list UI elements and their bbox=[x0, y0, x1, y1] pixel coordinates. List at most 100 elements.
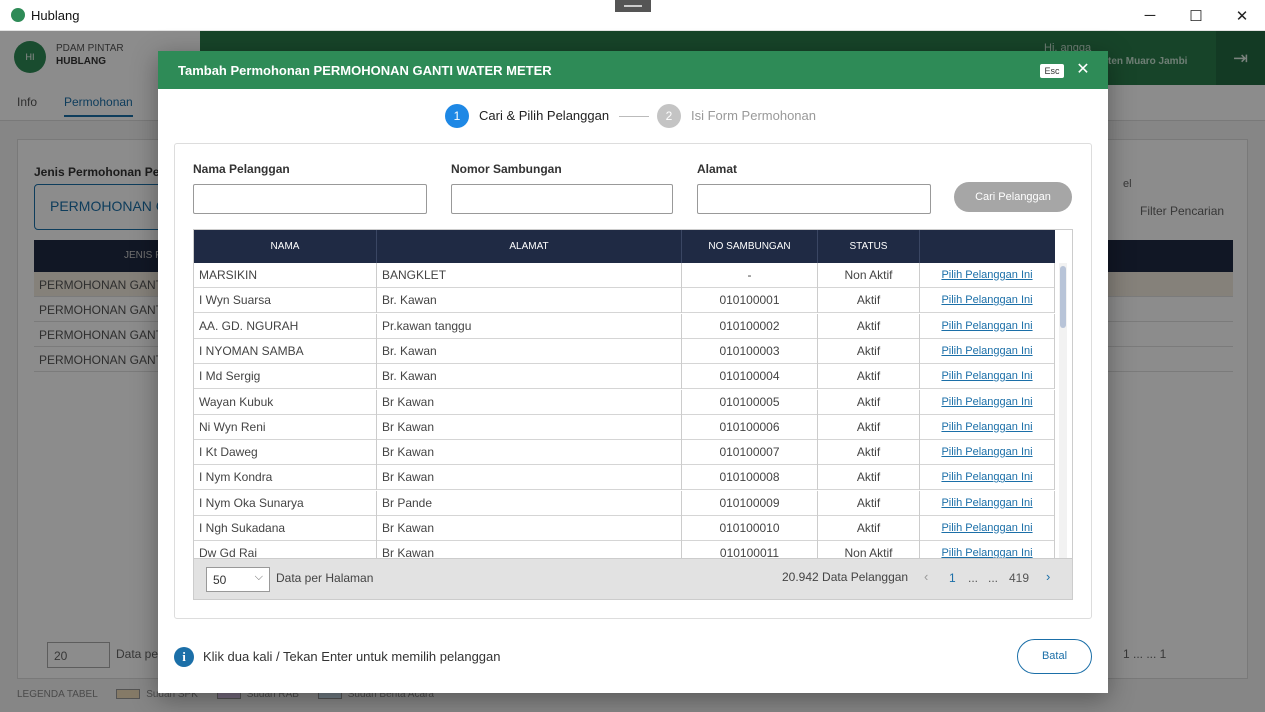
pilih-pelanggan-link[interactable]: Pilih Pelanggan Ini bbox=[920, 541, 1055, 558]
minimize-button[interactable]: ─ bbox=[1127, 0, 1173, 31]
cell-alamat: BANGKLET bbox=[377, 263, 682, 288]
total-count: 20.942 Data Pelanggan bbox=[782, 570, 909, 584]
step-2-label: Isi Form Permohonan bbox=[691, 108, 816, 123]
cell-nama: I Ngh Sukadana bbox=[194, 516, 377, 541]
pilih-pelanggan-link[interactable]: Pilih Pelanggan Ini bbox=[920, 414, 1055, 440]
next-page-icon[interactable]: › bbox=[1046, 569, 1050, 584]
cell-no-sambungan: 010100003 bbox=[682, 338, 818, 364]
cari-pelanggan-button[interactable]: Cari Pelanggan bbox=[954, 182, 1072, 212]
close-icon[interactable]: ✕ bbox=[1072, 60, 1094, 80]
cell-nama: I Nym Kondra bbox=[194, 465, 377, 491]
cell-alamat: Pr.kawan tanggu bbox=[377, 313, 682, 339]
table-row[interactable]: I NYOMAN SAMBA Br. Kawan 010100003 Aktif Pil… bbox=[194, 338, 1055, 364]
search-card: Nama Pelanggan Nomor Sambungan Alamat Ca… bbox=[174, 143, 1092, 619]
table-header: NAMA ALAMAT NO SAMBUNGAN STATUS bbox=[194, 230, 1055, 263]
table-row[interactable]: I Nym Oka Sunarya Br Pande 010100009 Aktif P… bbox=[194, 490, 1055, 516]
cell-alamat: Br. Kawan bbox=[377, 288, 682, 314]
esc-shortcut-badge: Esc bbox=[1040, 64, 1064, 78]
table-footer: 50 ⌵ Data per Halaman 20.942 Data Pelang… bbox=[193, 559, 1073, 600]
cell-status: Aktif bbox=[818, 465, 920, 491]
cell-alamat: Br Kawan bbox=[377, 440, 682, 466]
pilih-pelanggan-link[interactable]: Pilih Pelanggan Ini bbox=[920, 440, 1055, 466]
cell-alamat: Br Kawan bbox=[377, 414, 682, 440]
cell-status: Non Aktif bbox=[818, 541, 920, 558]
table-row[interactable]: Wayan Kubuk Br Kawan 010100005 Aktif Pilih P… bbox=[194, 389, 1055, 415]
cell-status: Aktif bbox=[818, 414, 920, 440]
cell-status: Aktif bbox=[818, 364, 920, 390]
batal-button[interactable]: Batal bbox=[1017, 639, 1092, 674]
stepper: 1 Cari & Pilih Pelanggan 2 Isi Form Perm… bbox=[445, 104, 845, 128]
table-row[interactable]: I Md Sergig Br. Kawan 010100004 Aktif Pilih … bbox=[194, 364, 1055, 390]
cell-nama: Dw Gd Rai bbox=[194, 541, 377, 558]
col-alamat[interactable]: ALAMAT bbox=[377, 230, 682, 263]
cell-no-sambungan: 010100001 bbox=[682, 288, 818, 314]
cell-alamat: Br Pande bbox=[377, 490, 682, 516]
cell-nama: MARSIKIN bbox=[194, 263, 377, 288]
table-row[interactable]: I Wyn Suarsa Br. Kawan 010100001 Aktif Pilih… bbox=[194, 288, 1055, 314]
tambah-permohonan-modal: Tambah Permohonan PERMOHONAN GANTI WATER… bbox=[158, 51, 1108, 693]
col-nama[interactable]: NAMA bbox=[194, 230, 377, 263]
window-grip-handle[interactable] bbox=[615, 0, 651, 12]
cell-nama: AA. GD. NGURAH bbox=[194, 313, 377, 339]
cell-nama: I Wyn Suarsa bbox=[194, 288, 377, 314]
pilih-pelanggan-link[interactable]: Pilih Pelanggan Ini bbox=[920, 490, 1055, 516]
col-status[interactable]: STATUS bbox=[818, 230, 920, 263]
pilih-pelanggan-link[interactable]: Pilih Pelanggan Ini bbox=[920, 364, 1055, 390]
table-row[interactable]: MARSIKIN BANGKLET - Non Aktif Pilih Pelangga… bbox=[194, 263, 1055, 288]
page-ellipsis[interactable]: ... bbox=[988, 571, 998, 585]
cell-alamat: Br. Kawan bbox=[377, 364, 682, 390]
app-logo-icon bbox=[11, 8, 25, 22]
table-row[interactable]: Ni Wyn Reni Br Kawan 010100006 Aktif Pilih P… bbox=[194, 414, 1055, 440]
table-row[interactable]: I Ngh Sukadana Br Kawan 010100010 Aktif Pili… bbox=[194, 516, 1055, 541]
window-close-button[interactable]: ✕ bbox=[1219, 0, 1265, 31]
cell-no-sambungan: 010100007 bbox=[682, 440, 818, 466]
step-connector bbox=[619, 116, 649, 117]
window-title: Hublang bbox=[31, 8, 80, 23]
pilih-pelanggan-link[interactable]: Pilih Pelanggan Ini bbox=[920, 313, 1055, 339]
pilih-pelanggan-link[interactable]: Pilih Pelanggan Ini bbox=[920, 465, 1055, 491]
per-page-select[interactable]: 50 ⌵ bbox=[206, 567, 270, 592]
table-row[interactable]: I Nym Kondra Br Kawan 010100008 Aktif Pilih … bbox=[194, 465, 1055, 491]
cell-no-sambungan: 010100011 bbox=[682, 541, 818, 558]
cell-nama: I Nym Oka Sunarya bbox=[194, 490, 377, 516]
pilih-pelanggan-link[interactable]: Pilih Pelanggan Ini bbox=[920, 338, 1055, 364]
pilih-pelanggan-link[interactable]: Pilih Pelanggan Ini bbox=[920, 389, 1055, 415]
step-1-label: Cari & Pilih Pelanggan bbox=[479, 108, 610, 123]
cell-no-sambungan: - bbox=[682, 263, 818, 288]
col-no-sambungan[interactable]: NO SAMBUNGAN bbox=[682, 230, 818, 263]
window-titlebar: Hublang ─ ☐ ✕ bbox=[0, 0, 1265, 31]
cell-status: Aktif bbox=[818, 490, 920, 516]
alamat-label: Alamat bbox=[697, 162, 738, 176]
cell-alamat: Br. Kawan bbox=[377, 338, 682, 364]
page-ellipsis[interactable]: ... bbox=[968, 571, 978, 585]
cell-no-sambungan: 010100010 bbox=[682, 516, 818, 541]
pilih-pelanggan-link[interactable]: Pilih Pelanggan Ini bbox=[920, 516, 1055, 541]
table-row[interactable]: I Kt Daweg Br Kawan 010100007 Aktif Pilih Pe… bbox=[194, 440, 1055, 466]
per-page-value: 50 bbox=[213, 573, 227, 587]
pilih-pelanggan-link[interactable]: Pilih Pelanggan Ini bbox=[920, 288, 1055, 314]
cell-status: Non Aktif bbox=[818, 263, 920, 288]
cell-status: Aktif bbox=[818, 288, 920, 314]
prev-page-icon[interactable]: ‹ bbox=[924, 569, 928, 584]
cell-nama: I Md Sergig bbox=[194, 364, 377, 390]
cell-nama: Wayan Kubuk bbox=[194, 389, 377, 415]
nomor-sambungan-input[interactable] bbox=[451, 184, 673, 214]
maximize-button[interactable]: ☐ bbox=[1173, 0, 1219, 31]
nomor-sambungan-label: Nomor Sambungan bbox=[451, 162, 562, 176]
modal-title: Tambah Permohonan PERMOHONAN GANTI WATER… bbox=[178, 63, 552, 78]
cell-nama: Ni Wyn Reni bbox=[194, 414, 377, 440]
nama-pelanggan-input[interactable] bbox=[193, 184, 427, 214]
cell-no-sambungan: 010100002 bbox=[682, 313, 818, 339]
cell-status: Aktif bbox=[818, 516, 920, 541]
table-row[interactable]: Dw Gd Rai Br Kawan 010100011 Non Aktif Pilih… bbox=[194, 541, 1055, 558]
pilih-pelanggan-link[interactable]: Pilih Pelanggan Ini bbox=[920, 263, 1055, 288]
alamat-input[interactable] bbox=[697, 184, 931, 214]
table-scrollbar-thumb[interactable] bbox=[1060, 266, 1066, 328]
cell-alamat: Br Kawan bbox=[377, 541, 682, 558]
cell-status: Aktif bbox=[818, 313, 920, 339]
col-action bbox=[920, 230, 1055, 263]
page-last[interactable]: 419 bbox=[1009, 571, 1029, 585]
table-row[interactable]: AA. GD. NGURAH Pr.kawan tanggu 010100002 Ak… bbox=[194, 313, 1055, 339]
cell-nama: I Kt Daweg bbox=[194, 440, 377, 466]
page-current[interactable]: 1 bbox=[949, 571, 956, 585]
